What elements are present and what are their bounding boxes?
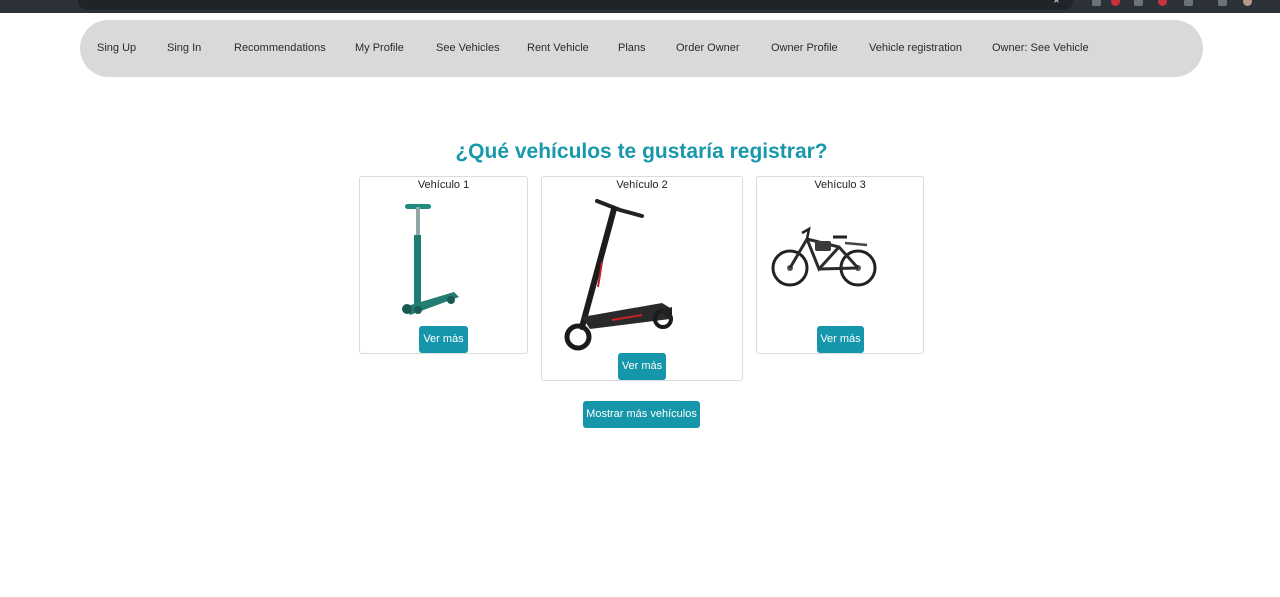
nav-item-vehicle-registration[interactable]: Vehicle registration bbox=[869, 20, 962, 77]
ver-mas-button[interactable]: Ver más bbox=[419, 326, 468, 353]
extensions-menu-icon[interactable] bbox=[1184, 0, 1193, 6]
ver-mas-button[interactable]: Ver más bbox=[817, 326, 864, 353]
bookmark-star-icon[interactable]: ★ bbox=[1052, 0, 1062, 6]
nav-item-my-profile[interactable]: My Profile bbox=[355, 20, 404, 77]
sidebar-icon[interactable] bbox=[1218, 0, 1227, 6]
nav-item-sign-up[interactable]: Sing Up bbox=[97, 20, 136, 77]
vehicle-card: Vehículo 3 Ver más bbox=[756, 176, 924, 354]
nav-item-see-vehicles[interactable]: See Vehicles bbox=[436, 20, 500, 77]
page-title: ¿Qué vehículos te gustaría registrar? bbox=[455, 140, 828, 163]
vehicle-card: Vehículo 2 Ver más bbox=[541, 176, 743, 381]
show-more-vehicles-button[interactable]: Mostrar más vehículos bbox=[583, 401, 700, 428]
extension-icon[interactable] bbox=[1134, 0, 1143, 6]
nav-item-owner-see-vehicle[interactable]: Owner: See Vehicle bbox=[992, 20, 1089, 77]
extension-icon[interactable] bbox=[1092, 0, 1101, 6]
extension-icon[interactable] bbox=[1158, 0, 1167, 6]
vehicle-card: Vehículo 1 Ver más bbox=[359, 176, 528, 354]
extension-icon[interactable] bbox=[1111, 0, 1120, 6]
nav-item-sign-in[interactable]: Sing In bbox=[167, 20, 201, 77]
address-bar[interactable] bbox=[78, 0, 1073, 10]
main-navigation: Sing Up Sing In Recommendations My Profi… bbox=[80, 20, 1203, 77]
nav-item-plans[interactable]: Plans bbox=[618, 20, 646, 77]
nav-item-owner-profile[interactable]: Owner Profile bbox=[771, 20, 838, 77]
nav-item-recommendations[interactable]: Recommendations bbox=[234, 20, 326, 77]
nav-item-order-owner[interactable]: Order Owner bbox=[676, 20, 740, 77]
nav-item-rent-vehicle[interactable]: Rent Vehicle bbox=[527, 20, 589, 77]
ver-mas-button[interactable]: Ver más bbox=[618, 353, 666, 380]
browser-toolbar: ★ bbox=[0, 0, 1280, 13]
avatar[interactable] bbox=[1243, 0, 1252, 6]
electric-scooter-image bbox=[564, 199, 673, 351]
